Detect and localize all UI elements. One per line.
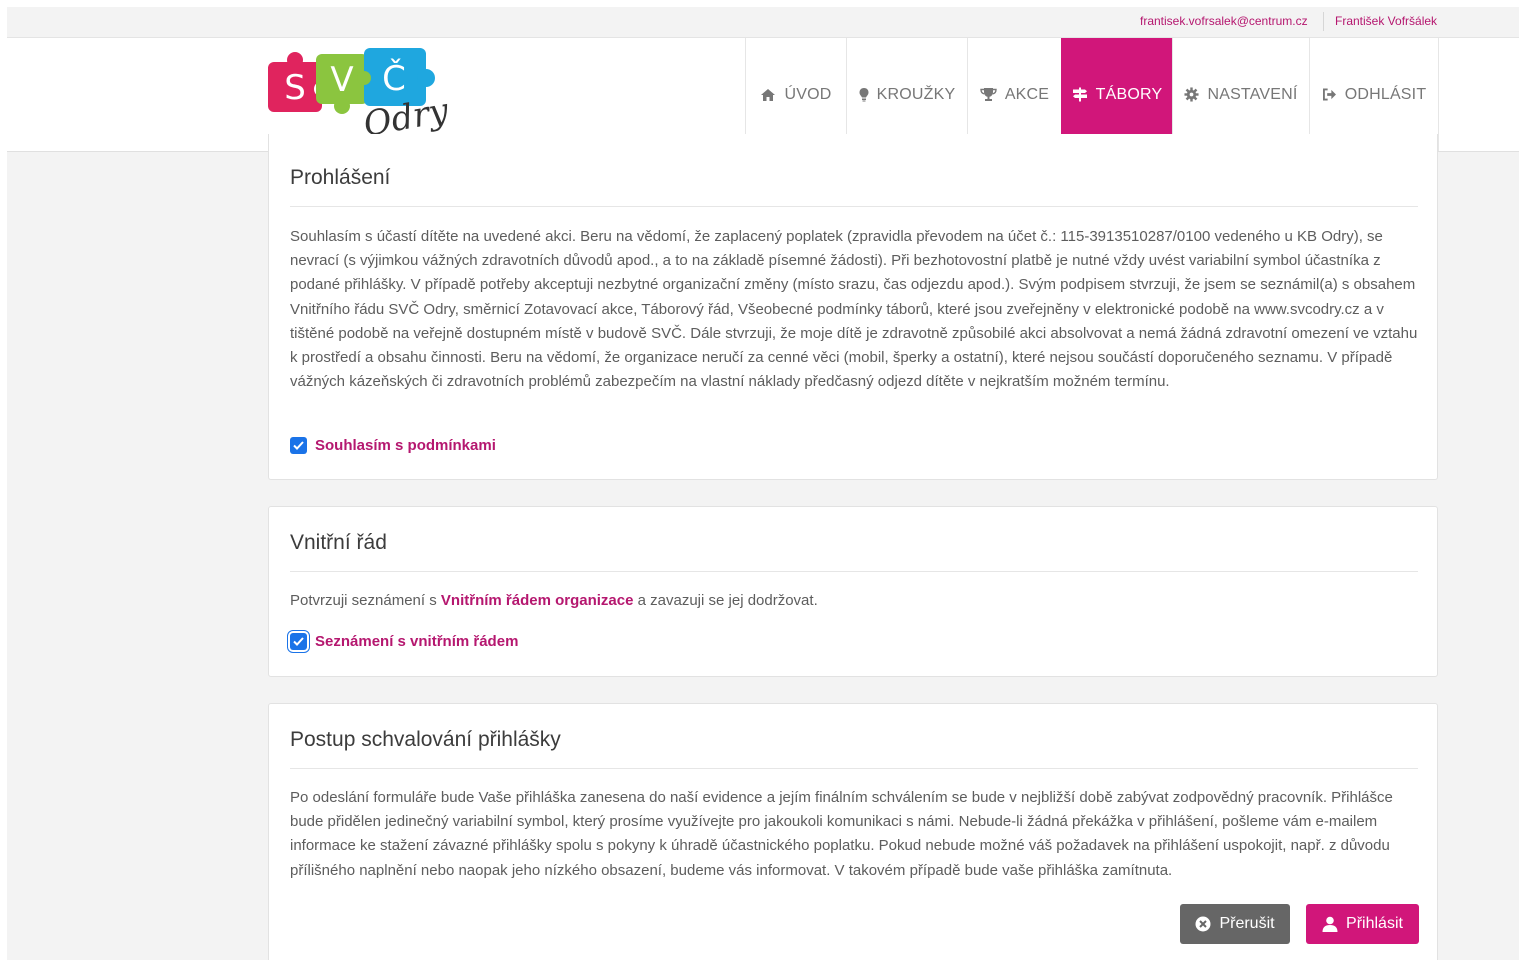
checkbox-checked[interactable]	[290, 633, 307, 650]
declaration-card: Prohlášení Souhlasím s účastí dítěte na …	[268, 134, 1438, 480]
logo-knob-green	[334, 98, 350, 114]
nav-item-label: ÚVOD	[784, 85, 832, 103]
declaration-text: Souhlasím s účastí dítěte na uvedené akc…	[290, 228, 1418, 391]
logo-knob-red	[287, 52, 303, 68]
user-name-link[interactable]: František Vofršálek	[1335, 14, 1437, 28]
checkmark-icon	[293, 637, 304, 646]
agree-terms-label: Souhlasím s podmínkami	[315, 437, 496, 454]
logo-knob-joint	[357, 71, 371, 85]
internal-rules-divider	[290, 571, 1418, 572]
declaration-divider	[290, 206, 1418, 207]
nav-item-label: NASTAVENÍ	[1207, 85, 1298, 103]
internal-rules-title: Vnitřní řád	[290, 531, 387, 554]
topbar-divider	[1323, 12, 1324, 31]
checkmark-icon	[293, 441, 304, 450]
user-email-link[interactable]: frantisek.vofrsalek@centrum.cz	[1140, 14, 1308, 28]
declaration-title: Prohlášení	[290, 166, 391, 189]
approval-text: Po odeslání formuláře bude Vaše přihlášk…	[290, 789, 1393, 879]
submit-button[interactable]: Přihlásit	[1306, 904, 1419, 944]
trophy-icon	[980, 88, 997, 101]
internal-rules-text-before: Potvrzuji seznámení s	[290, 592, 441, 609]
agree-terms-checkbox[interactable]: Souhlasím s podmínkami	[290, 437, 496, 454]
top-bar: frantisek.vofrsalek@centrum.cz František…	[7, 7, 1519, 38]
nav-item-label: AKCE	[1004, 85, 1050, 103]
signpost-icon	[1072, 87, 1087, 102]
logo-letter-v: V	[330, 60, 353, 100]
checkbox-checked[interactable]	[290, 437, 307, 454]
approval-title: Postup schvalování přihlášky	[290, 728, 561, 751]
gear-icon	[1184, 87, 1199, 102]
internal-rules-card: Vnitřní řád Potvrzuji seznámení s Vnitřn…	[268, 506, 1438, 677]
internal-rules-checkbox[interactable]: Seznámení s vnitřním řádem	[290, 633, 518, 650]
user-icon	[1322, 916, 1338, 932]
times-circle-icon	[1195, 916, 1211, 932]
internal-rules-label: Seznámení s vnitřním řádem	[315, 633, 519, 650]
cancel-button-label: Přerušit	[1219, 915, 1275, 932]
nav-item-label: TÁBORY	[1095, 85, 1163, 103]
approval-card: Postup schvalování přihlášky Po odeslání…	[268, 703, 1438, 960]
logo-letter-c: Č	[382, 58, 406, 99]
approval-divider	[290, 768, 1418, 769]
internal-rules-text: Potvrzuji seznámení s Vnitřním řádem org…	[290, 589, 1420, 613]
submit-button-label: Přihlásit	[1346, 915, 1403, 932]
logo-letter-s: S	[284, 68, 306, 108]
lightbulb-icon	[859, 88, 869, 102]
svc-odry-logo[interactable]: S V Č Odry	[266, 44, 448, 144]
internal-rules-text-after: a zavazuji se jej dodržovat.	[633, 592, 818, 609]
logo-knob-blue	[417, 69, 435, 87]
nav-item-label: KROUŽKY	[876, 85, 956, 103]
page: frantisek.vofrsalek@centrum.cz František…	[7, 7, 1519, 960]
internal-rules-link[interactable]: Vnitřním řádem organizace	[441, 592, 634, 609]
cancel-button[interactable]: Přerušit	[1180, 904, 1290, 944]
nav-item-label: ODHLÁSIT	[1344, 85, 1427, 103]
sign-out-icon	[1322, 88, 1336, 101]
home-icon	[761, 88, 776, 101]
